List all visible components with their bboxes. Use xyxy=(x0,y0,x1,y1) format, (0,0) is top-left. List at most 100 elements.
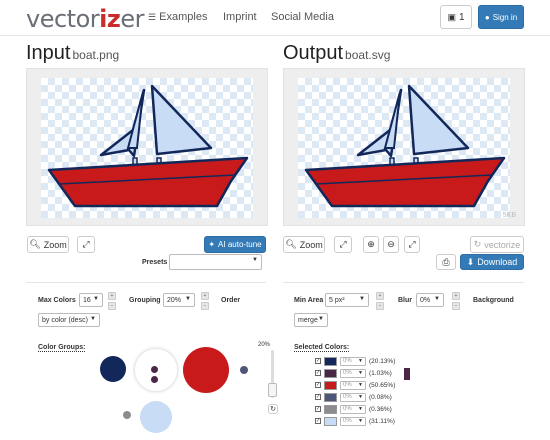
chevron-down-icon: ▼ xyxy=(358,393,363,400)
color-row: ✓ 0% ▼ (0.08%) xyxy=(315,392,435,402)
chevron-down-icon: ▼ xyxy=(358,369,363,376)
color-swatch[interactable] xyxy=(324,416,337,426)
divider-right xyxy=(283,282,524,283)
input-filename: boat.png xyxy=(72,48,120,62)
color-group-purple[interactable] xyxy=(151,366,158,373)
input-zoom-button[interactable]: 🔍︎ Zoom xyxy=(27,236,69,253)
fullscreen-icon: ⤢ xyxy=(339,239,347,249)
sign-in-button[interactable]: ● Sign in xyxy=(478,5,524,29)
gallery-button[interactable]: ▣ 1 xyxy=(440,5,472,29)
chevron-down-icon: ▼ xyxy=(93,296,99,302)
download-button[interactable]: ⬇ Download xyxy=(460,254,524,270)
list-icon: ☰ xyxy=(148,12,157,22)
nav-social-media[interactable]: Social Media xyxy=(271,11,334,23)
color-groups-heading: Color Groups: xyxy=(38,344,86,352)
color-swatch[interactable] xyxy=(324,392,337,402)
chevron-down-icon: ▼ xyxy=(318,316,324,322)
nav-examples[interactable]: ☰ Examples xyxy=(148,11,207,23)
output-canvas xyxy=(298,78,510,218)
color-group-red[interactable] xyxy=(183,347,229,393)
color-group-purple-2[interactable] xyxy=(151,376,158,383)
chevron-down-icon: ▼ xyxy=(358,405,363,412)
zoom-out-icon: ⊖ xyxy=(387,239,395,249)
presets-select[interactable]: ▼ xyxy=(169,254,262,270)
chevron-down-icon: ▼ xyxy=(358,417,363,424)
color-group-navy[interactable] xyxy=(100,356,126,382)
color-row: ✓ 0% ▼ (0.36%) xyxy=(315,404,435,414)
color-group-lightblue[interactable] xyxy=(140,401,172,433)
min-area-label: Min Area xyxy=(294,297,324,304)
blur-stepper[interactable]: + − xyxy=(452,292,460,310)
output-fullscreen-button[interactable]: ⤢ xyxy=(334,236,352,253)
chevron-down-icon: ▼ xyxy=(358,381,363,388)
image-icon: ▣ xyxy=(447,11,456,22)
selected-colors-heading: Selected Colors: xyxy=(294,344,350,352)
vectorize-button[interactable]: ↻ vectorize xyxy=(470,236,524,253)
order-select[interactable]: by color (desc) ▼ xyxy=(38,313,100,327)
min-area-stepper[interactable]: + − xyxy=(376,292,384,310)
nav-imprint[interactable]: Imprint xyxy=(223,11,257,23)
min-area-select[interactable]: 5 px² ▼ xyxy=(325,293,369,307)
print-icon: ⎙ xyxy=(442,256,450,267)
color-percent-select[interactable]: 0% ▼ xyxy=(340,356,366,366)
output-zoom-button[interactable]: 🔍︎ Zoom xyxy=(283,236,325,253)
search-icon: 🔍︎ xyxy=(285,239,297,249)
color-swatch[interactable] xyxy=(324,356,337,366)
expand-button[interactable]: ⤢ xyxy=(404,236,420,253)
grouping-slider-handle[interactable] xyxy=(268,383,277,397)
color-swatch[interactable] xyxy=(324,404,337,414)
color-checkbox[interactable]: ✓ xyxy=(315,358,321,364)
refresh-icon: ↻ xyxy=(473,239,482,249)
grouping-stepper[interactable]: + − xyxy=(201,292,209,310)
print-button[interactable]: ⎙ xyxy=(436,254,456,270)
color-swatch[interactable] xyxy=(324,368,337,378)
output-preview: 5KB xyxy=(283,68,525,226)
order-label: Order xyxy=(221,297,241,304)
color-checkbox[interactable]: ✓ xyxy=(315,418,321,424)
color-share: (50.65%) xyxy=(369,381,396,389)
file-size: 5KB xyxy=(502,212,516,219)
color-row: ✓ 0% ▼ (31.11%) xyxy=(315,416,435,426)
user-icon: ● xyxy=(484,12,490,22)
output-filename: boat.svg xyxy=(345,48,391,62)
color-percent-select[interactable]: 0% ▼ xyxy=(340,416,366,426)
output-title: Output boat.svg xyxy=(283,42,391,64)
grouping-select[interactable]: 20% ▼ xyxy=(163,293,195,307)
max-colors-select[interactable]: 16 ▼ xyxy=(79,293,103,307)
presets-label: Presets xyxy=(142,259,168,266)
mode-select[interactable]: merge ▼ xyxy=(294,313,328,327)
color-checkbox[interactable]: ✓ xyxy=(315,406,321,412)
chevron-down-icon: ▼ xyxy=(358,357,363,364)
color-percent-select[interactable]: 0% ▼ xyxy=(340,380,366,390)
input-canvas xyxy=(41,78,253,218)
color-row: ✓ 0% ▼ (1.03%) xyxy=(315,368,435,378)
color-percent-select[interactable]: 0% ▼ xyxy=(340,392,366,402)
chevron-down-icon: ▼ xyxy=(359,296,365,302)
color-checkbox[interactable]: ✓ xyxy=(315,382,321,388)
grouping-slider-value: 20% xyxy=(258,342,271,348)
zoom-in-button[interactable]: ⊕ xyxy=(363,236,379,253)
color-checkbox[interactable]: ✓ xyxy=(315,394,321,400)
input-fullscreen-button[interactable]: ⤢ xyxy=(77,236,95,253)
color-group-slate[interactable] xyxy=(240,366,248,374)
color-percent-select[interactable]: 0% ▼ xyxy=(340,368,366,378)
color-percent-select[interactable]: 0% ▼ xyxy=(340,404,366,414)
ai-auto-tune-button[interactable]: ✦ AI auto-tune xyxy=(204,236,266,253)
expand-icon: ⤢ xyxy=(408,239,416,249)
color-row: ✓ 0% ▼ (20.13%) xyxy=(315,356,435,366)
reset-grouping-button[interactable]: ↻ xyxy=(268,404,278,414)
color-group-gray[interactable] xyxy=(123,411,131,419)
color-checkbox[interactable]: ✓ xyxy=(315,370,321,376)
chevron-down-icon: ▼ xyxy=(252,257,258,263)
max-colors-stepper[interactable]: + − xyxy=(108,292,116,310)
logo[interactable]: vectorizer xyxy=(26,5,144,33)
zoom-out-button[interactable]: ⊖ xyxy=(383,236,399,253)
input-title: Input boat.png xyxy=(26,42,120,64)
blur-select[interactable]: 0% ▼ xyxy=(416,293,444,307)
download-icon: ⬇ xyxy=(466,256,475,267)
color-share: (31.11%) xyxy=(369,417,395,425)
input-preview xyxy=(26,68,268,226)
chevron-down-icon: ▼ xyxy=(434,296,440,302)
color-swatch[interactable] xyxy=(324,380,337,390)
chevron-down-icon: ▼ xyxy=(185,296,191,302)
